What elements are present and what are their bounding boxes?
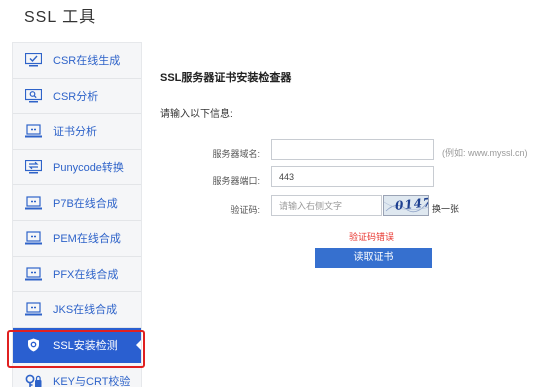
key-lock-icon bbox=[25, 374, 42, 387]
monitor-switch-icon bbox=[25, 160, 42, 174]
sidebar-item-label: P7B在线合成 bbox=[53, 197, 118, 210]
sidebar-item-csr-generate[interactable]: CSR在线生成 bbox=[13, 43, 141, 79]
sidebar-item-label: Punycode转换 bbox=[53, 162, 124, 175]
sidebar-item-punycode[interactable]: Punycode转换 bbox=[13, 150, 141, 186]
sidebar-item-label: PFX在线合成 bbox=[53, 268, 119, 281]
laptop-link-icon bbox=[25, 124, 42, 138]
port-input[interactable] bbox=[271, 166, 434, 187]
port-label: 服务器端口: bbox=[212, 176, 260, 186]
sidebar-item-ssl-check[interactable]: SSL安装检测 bbox=[13, 327, 141, 364]
sidebar-item-label: KEY与CRT校验 bbox=[53, 375, 131, 387]
sidebar-item-label: JKS在线合成 bbox=[53, 304, 118, 317]
sidebar-item-label: PEM在线合成 bbox=[53, 233, 121, 246]
monitor-check-icon bbox=[25, 53, 42, 67]
sidebar-item-pem[interactable]: PEM在线合成 bbox=[13, 221, 141, 257]
captcha-label: 验证码: bbox=[230, 205, 260, 215]
sidebar-nav: CSR在线生成 CSR分析 证书分析 Punycode转换 P7B在线合成 PE… bbox=[12, 42, 142, 387]
domain-hint: (例如: www.myssl.cn) bbox=[442, 148, 528, 158]
domain-input[interactable] bbox=[271, 139, 434, 160]
page-title: SSL 工具 bbox=[24, 9, 97, 26]
sidebar-item-label: 证书分析 bbox=[53, 126, 97, 139]
laptop-link-icon bbox=[25, 231, 42, 245]
sidebar-item-label: CSR在线生成 bbox=[53, 55, 121, 68]
sidebar-item-label: CSR分析 bbox=[53, 90, 99, 103]
laptop-link-icon bbox=[25, 267, 42, 281]
laptop-link-icon bbox=[25, 302, 42, 316]
refresh-captcha-link[interactable]: 换一张 bbox=[432, 202, 459, 215]
form-prompt: 请输入以下信息: bbox=[160, 109, 233, 120]
captcha-error: 验证码错误 bbox=[349, 232, 395, 242]
sidebar-item-p7b[interactable]: P7B在线合成 bbox=[13, 185, 141, 221]
monitor-search-icon bbox=[25, 88, 42, 103]
laptop-link-icon bbox=[25, 196, 42, 210]
sidebar-item-pfx[interactable]: PFX在线合成 bbox=[13, 257, 141, 293]
captcha-input[interactable] bbox=[271, 195, 382, 216]
sidebar-item-label: SSL安装检测 bbox=[53, 340, 118, 353]
sidebar-item-jks[interactable]: JKS在线合成 bbox=[13, 292, 141, 328]
sidebar-item-csr-analyze[interactable]: CSR分析 bbox=[13, 79, 141, 115]
sidebar-item-key-crt[interactable]: KEY与CRT校验 bbox=[13, 363, 141, 387]
read-cert-button[interactable]: 读取证书 bbox=[315, 248, 432, 268]
captcha-image[interactable]: 0147 bbox=[383, 195, 429, 216]
sidebar-item-cert-analyze[interactable]: 证书分析 bbox=[13, 114, 141, 150]
domain-label: 服务器域名: bbox=[212, 149, 260, 159]
shield-check-icon bbox=[28, 338, 39, 352]
section-title: SSL服务器证书安装检查器 bbox=[160, 72, 292, 84]
